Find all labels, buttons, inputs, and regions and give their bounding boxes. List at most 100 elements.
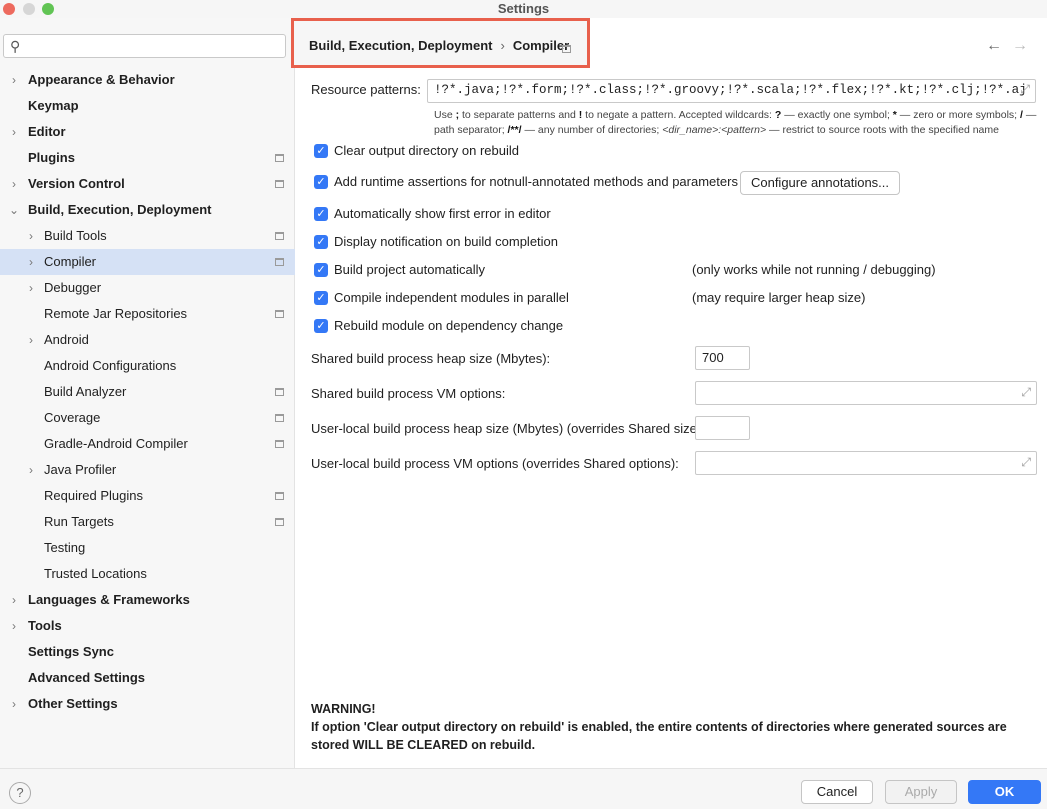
chevron-right-icon[interactable]: › bbox=[8, 587, 20, 613]
sidebar-item-label: Android bbox=[44, 332, 89, 347]
sidebar-item[interactable]: › Other Settings bbox=[0, 691, 295, 717]
checkbox-label[interactable]: Automatically show first error in editor bbox=[334, 206, 551, 221]
sidebar-item[interactable]: Advanced Settings bbox=[0, 665, 295, 691]
checkbox[interactable]: ✓ bbox=[314, 144, 328, 158]
local-vm-options-label: User-local build process VM options (ove… bbox=[311, 456, 679, 471]
sidebar-item-label: Settings Sync bbox=[28, 644, 114, 659]
chevron-right-icon[interactable]: › bbox=[25, 223, 37, 249]
compiler-settings-panel: Build, Execution, Deployment › Compiler ← … bbox=[291, 18, 1047, 768]
warning-message: WARNING! If option 'Clear output directo… bbox=[311, 700, 1041, 754]
chevron-right-icon[interactable]: › bbox=[25, 275, 37, 301]
sidebar-item[interactable]: Build Analyzer bbox=[0, 379, 295, 405]
project-level-icon bbox=[275, 232, 284, 240]
resource-patterns-input[interactable]: !?*.java;!?*.form;!?*.class;!?*.groovy;!… bbox=[427, 79, 1036, 103]
sidebar-item-label: Required Plugins bbox=[44, 488, 144, 503]
expand-icon[interactable]: ⤢ bbox=[1021, 455, 1031, 470]
close-window-button[interactable] bbox=[3, 3, 15, 15]
minimize-window-button[interactable] bbox=[23, 3, 35, 15]
maximize-window-button[interactable] bbox=[42, 3, 54, 15]
sidebar-item[interactable]: Plugins bbox=[0, 145, 295, 171]
local-vm-options-input[interactable]: ⤢ bbox=[695, 451, 1037, 475]
chevron-right-icon[interactable]: › bbox=[25, 249, 37, 275]
option-note: (may require larger heap size) bbox=[692, 290, 866, 305]
sidebar-item[interactable]: › Java Profiler bbox=[0, 457, 295, 483]
sidebar-item-label: Trusted Locations bbox=[44, 566, 147, 581]
checkbox[interactable]: ✓ bbox=[314, 235, 328, 249]
cancel-button[interactable]: Cancel bbox=[801, 780, 873, 804]
resource-patterns-value: !?*.java;!?*.form;!?*.class;!?*.groovy;!… bbox=[434, 83, 1027, 97]
sidebar-item[interactable]: Trusted Locations bbox=[0, 561, 295, 587]
chevron-right-icon[interactable]: › bbox=[8, 119, 20, 145]
title-bar: Settings bbox=[0, 0, 1047, 18]
sidebar-item[interactable]: ⌄ Build, Execution, Deployment bbox=[0, 197, 295, 223]
ok-button[interactable]: OK bbox=[968, 780, 1041, 804]
chevron-right-icon[interactable]: › bbox=[8, 67, 20, 93]
sidebar-item-label: Keymap bbox=[28, 98, 79, 113]
checkbox[interactable]: ✓ bbox=[314, 207, 328, 221]
project-level-icon bbox=[562, 45, 571, 53]
resource-patterns-label: Resource patterns: bbox=[311, 82, 421, 97]
expand-icon[interactable]: ⤢ bbox=[1021, 385, 1031, 400]
search-box[interactable]: ⚲ bbox=[3, 34, 286, 58]
chevron-down-icon[interactable]: ⌄ bbox=[8, 197, 20, 223]
chevron-right-icon[interactable]: › bbox=[8, 171, 20, 197]
project-level-icon bbox=[275, 518, 284, 526]
shared-heap-input[interactable]: 700 bbox=[695, 346, 750, 370]
breadcrumb-parent[interactable]: Build, Execution, Deployment bbox=[309, 38, 492, 53]
sidebar-item[interactable]: › Debugger bbox=[0, 275, 295, 301]
sidebar-item[interactable]: › Appearance & Behavior bbox=[0, 67, 295, 93]
search-input[interactable] bbox=[30, 37, 280, 55]
checkbox-label[interactable]: Build project automatically bbox=[334, 262, 485, 277]
checkbox-label[interactable]: Clear output directory on rebuild bbox=[334, 143, 519, 158]
settings-tree: › Appearance & Behavior Keymap › Editor Plugi… bbox=[0, 67, 295, 717]
sidebar-item[interactable]: › Languages & Frameworks bbox=[0, 587, 295, 613]
checkbox[interactable]: ✓ bbox=[314, 319, 328, 333]
shared-vm-options-input[interactable]: ⤢ bbox=[695, 381, 1037, 405]
sidebar-item[interactable]: Settings Sync bbox=[0, 639, 295, 665]
chevron-right-icon[interactable]: › bbox=[8, 691, 20, 717]
sidebar-item[interactable]: › Compiler bbox=[0, 249, 295, 275]
sidebar-item[interactable]: › Android bbox=[0, 327, 295, 353]
checkbox-label[interactable]: Rebuild module on dependency change bbox=[334, 318, 563, 333]
sidebar-item-label: Gradle-Android Compiler bbox=[44, 436, 188, 451]
sidebar-item[interactable]: Remote Jar Repositories bbox=[0, 301, 295, 327]
sidebar-item-label: Version Control bbox=[28, 176, 125, 191]
configure-annotations-button[interactable]: Configure annotations... bbox=[740, 171, 900, 195]
forward-arrow-icon[interactable]: → bbox=[1012, 37, 1028, 55]
chevron-right-icon[interactable]: › bbox=[25, 327, 37, 353]
project-level-icon bbox=[275, 258, 284, 266]
sidebar-item-label: Build, Execution, Deployment bbox=[28, 202, 212, 217]
chevron-right-icon[interactable]: › bbox=[25, 457, 37, 483]
chevron-right-icon[interactable]: › bbox=[8, 613, 20, 639]
sidebar-item[interactable]: Testing bbox=[0, 535, 295, 561]
local-heap-label: User-local build process heap size (Mbyt… bbox=[311, 421, 705, 436]
checkbox-label[interactable]: Compile independent modules in parallel bbox=[334, 290, 569, 305]
sidebar-item[interactable]: Coverage bbox=[0, 405, 295, 431]
sidebar-item[interactable]: › Build Tools bbox=[0, 223, 295, 249]
checkbox-label[interactable]: Display notification on build completion bbox=[334, 234, 558, 249]
sidebar-item[interactable]: › Tools bbox=[0, 613, 295, 639]
search-icon: ⚲ bbox=[10, 38, 21, 54]
help-button[interactable]: ? bbox=[9, 782, 31, 804]
checkbox[interactable]: ✓ bbox=[314, 175, 328, 189]
checkbox[interactable]: ✓ bbox=[314, 291, 328, 305]
sidebar-item-label: Plugins bbox=[28, 150, 75, 165]
sidebar-item[interactable]: Required Plugins bbox=[0, 483, 295, 509]
sidebar-item[interactable]: › Version Control bbox=[0, 171, 295, 197]
checkbox-label[interactable]: Add runtime assertions for notnull-annot… bbox=[334, 174, 738, 189]
breadcrumb-current: Compiler bbox=[512, 38, 570, 53]
checkbox[interactable]: ✓ bbox=[314, 263, 328, 277]
sidebar-item[interactable]: Keymap bbox=[0, 93, 295, 119]
local-heap-input[interactable] bbox=[695, 416, 750, 440]
sidebar-item[interactable]: Gradle-Android Compiler bbox=[0, 431, 295, 457]
sidebar-item-label: Other Settings bbox=[28, 696, 118, 711]
sidebar-item[interactable]: › Editor bbox=[0, 119, 295, 145]
apply-button[interactable]: Apply bbox=[885, 780, 957, 804]
expand-icon[interactable]: ⤢ bbox=[1020, 83, 1030, 97]
sidebar-item-label: Android Configurations bbox=[44, 358, 177, 373]
project-level-icon bbox=[275, 440, 284, 448]
sidebar-item[interactable]: Android Configurations bbox=[0, 353, 295, 379]
sidebar-item-label: Debugger bbox=[44, 280, 102, 295]
back-arrow-icon[interactable]: ← bbox=[986, 37, 1002, 55]
sidebar-item[interactable]: Run Targets bbox=[0, 509, 295, 535]
